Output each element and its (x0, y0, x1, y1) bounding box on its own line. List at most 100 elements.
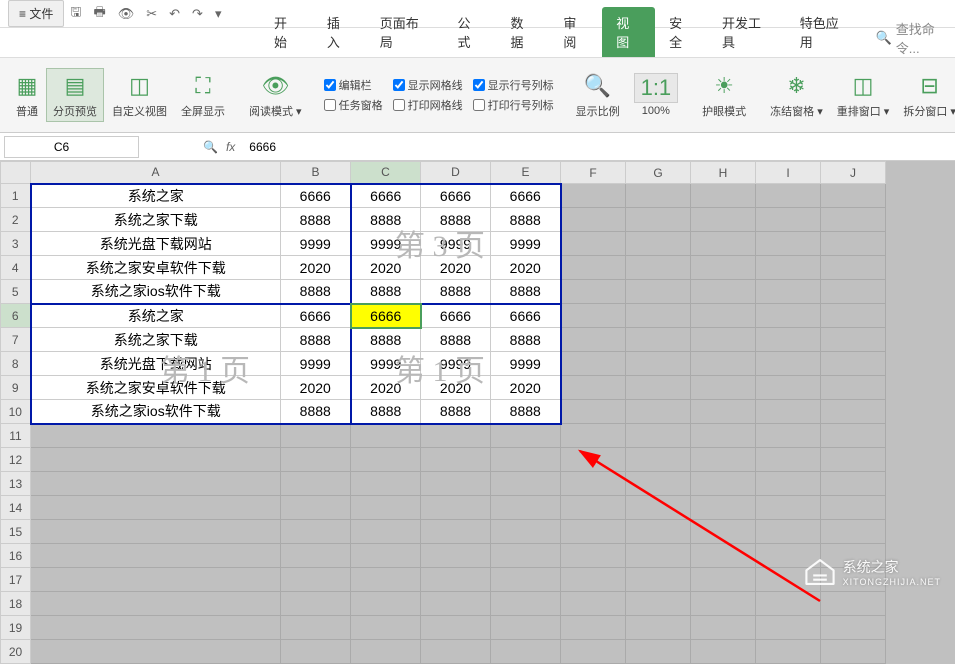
row-header-19[interactable]: 19 (1, 616, 31, 640)
cell-I1[interactable] (756, 184, 821, 208)
cell-E5[interactable]: 8888 (491, 280, 561, 304)
cell-A16[interactable] (31, 544, 281, 568)
cell-G3[interactable] (626, 232, 691, 256)
cell-E17[interactable] (491, 568, 561, 592)
cell-C6[interactable]: 6666 (351, 304, 421, 328)
cell-A4[interactable]: 系统之家安卓软件下载 (31, 256, 281, 280)
cell-G14[interactable] (626, 496, 691, 520)
col-header-C[interactable]: C (351, 162, 421, 184)
cell-B12[interactable] (281, 448, 351, 472)
cell-E15[interactable] (491, 520, 561, 544)
cell-C10[interactable]: 8888 (351, 400, 421, 424)
cell-I12[interactable] (756, 448, 821, 472)
cell-F11[interactable] (561, 424, 626, 448)
cell-G15[interactable] (626, 520, 691, 544)
col-header-H[interactable]: H (691, 162, 756, 184)
cell-H13[interactable] (691, 472, 756, 496)
checkbox-show-grid[interactable]: 显示网格线 (393, 77, 463, 93)
cell-F17[interactable] (561, 568, 626, 592)
row-header-16[interactable]: 16 (1, 544, 31, 568)
cell-H14[interactable] (691, 496, 756, 520)
cell-H6[interactable] (691, 304, 756, 328)
row-header-15[interactable]: 15 (1, 520, 31, 544)
preview-icon[interactable]: 👁 (112, 2, 141, 26)
cell-H4[interactable] (691, 256, 756, 280)
cell-I7[interactable] (756, 328, 821, 352)
cell-D8[interactable]: 9999 (421, 352, 491, 376)
row-header-10[interactable]: 10 (1, 400, 31, 424)
cell-E6[interactable]: 6666 (491, 304, 561, 328)
cell-H18[interactable] (691, 592, 756, 616)
cell-F10[interactable] (561, 400, 626, 424)
cell-B5[interactable]: 8888 (281, 280, 351, 304)
cell-H17[interactable] (691, 568, 756, 592)
cell-B6[interactable]: 6666 (281, 304, 351, 328)
cell-I4[interactable] (756, 256, 821, 280)
tab-special[interactable]: 特色应用 (786, 7, 864, 57)
cell-C2[interactable]: 8888 (351, 208, 421, 232)
tab-insert[interactable]: 插入 (313, 7, 366, 57)
cell-D15[interactable] (421, 520, 491, 544)
checkbox-show-rc[interactable]: 显示行号列标 (473, 77, 554, 93)
row-header-11[interactable]: 11 (1, 424, 31, 448)
cell-F20[interactable] (561, 640, 626, 664)
cell-B8[interactable]: 9999 (281, 352, 351, 376)
cell-J8[interactable] (821, 352, 886, 376)
cell-C5[interactable]: 8888 (351, 280, 421, 304)
cell-D20[interactable] (421, 640, 491, 664)
cell-D3[interactable]: 9999 (421, 232, 491, 256)
cell-A2[interactable]: 系统之家下载 (31, 208, 281, 232)
cell-G16[interactable] (626, 544, 691, 568)
cell-B18[interactable] (281, 592, 351, 616)
cell-F3[interactable] (561, 232, 626, 256)
cell-B13[interactable] (281, 472, 351, 496)
cell-C4[interactable]: 2020 (351, 256, 421, 280)
cell-G7[interactable] (626, 328, 691, 352)
cell-H12[interactable] (691, 448, 756, 472)
cell-B11[interactable] (281, 424, 351, 448)
cell-C17[interactable] (351, 568, 421, 592)
cell-A11[interactable] (31, 424, 281, 448)
cell-I15[interactable] (756, 520, 821, 544)
cell-E9[interactable]: 2020 (491, 376, 561, 400)
cell-G17[interactable] (626, 568, 691, 592)
cell-D1[interactable]: 6666 (421, 184, 491, 208)
cell-J13[interactable] (821, 472, 886, 496)
row-header-3[interactable]: 3 (1, 232, 31, 256)
cell-C3[interactable]: 9999 (351, 232, 421, 256)
cell-I19[interactable] (756, 616, 821, 640)
cell-H8[interactable] (691, 352, 756, 376)
cell-F12[interactable] (561, 448, 626, 472)
cell-D9[interactable]: 2020 (421, 376, 491, 400)
cell-A14[interactable] (31, 496, 281, 520)
col-header-I[interactable]: I (756, 162, 821, 184)
page-break-preview-button[interactable]: ▤ 分页预览 (46, 68, 104, 122)
cell-H2[interactable] (691, 208, 756, 232)
row-header-20[interactable]: 20 (1, 640, 31, 664)
col-header-A[interactable]: A (31, 162, 281, 184)
cell-B10[interactable]: 8888 (281, 400, 351, 424)
cell-C19[interactable] (351, 616, 421, 640)
cell-G19[interactable] (626, 616, 691, 640)
cell-E13[interactable] (491, 472, 561, 496)
cell-A6[interactable]: 系统之家 (31, 304, 281, 328)
cell-E18[interactable] (491, 592, 561, 616)
custom-view-button[interactable]: ◫ 自定义视图 (106, 69, 173, 121)
tab-view[interactable]: 视图 (602, 7, 655, 57)
cell-J12[interactable] (821, 448, 886, 472)
cell-J5[interactable] (821, 280, 886, 304)
arrange-windows-button[interactable]: ◫ 重排窗口 ▾ (831, 69, 896, 121)
row-header-1[interactable]: 1 (1, 184, 31, 208)
cell-J9[interactable] (821, 376, 886, 400)
col-header-B[interactable]: B (281, 162, 351, 184)
cell-D2[interactable]: 8888 (421, 208, 491, 232)
cell-F4[interactable] (561, 256, 626, 280)
cell-E19[interactable] (491, 616, 561, 640)
cell-G20[interactable] (626, 640, 691, 664)
cell-D10[interactable]: 8888 (421, 400, 491, 424)
redo-icon[interactable]: ↷ (186, 2, 209, 26)
cell-I11[interactable] (756, 424, 821, 448)
cell-F14[interactable] (561, 496, 626, 520)
cell-H1[interactable] (691, 184, 756, 208)
cell-F9[interactable] (561, 376, 626, 400)
